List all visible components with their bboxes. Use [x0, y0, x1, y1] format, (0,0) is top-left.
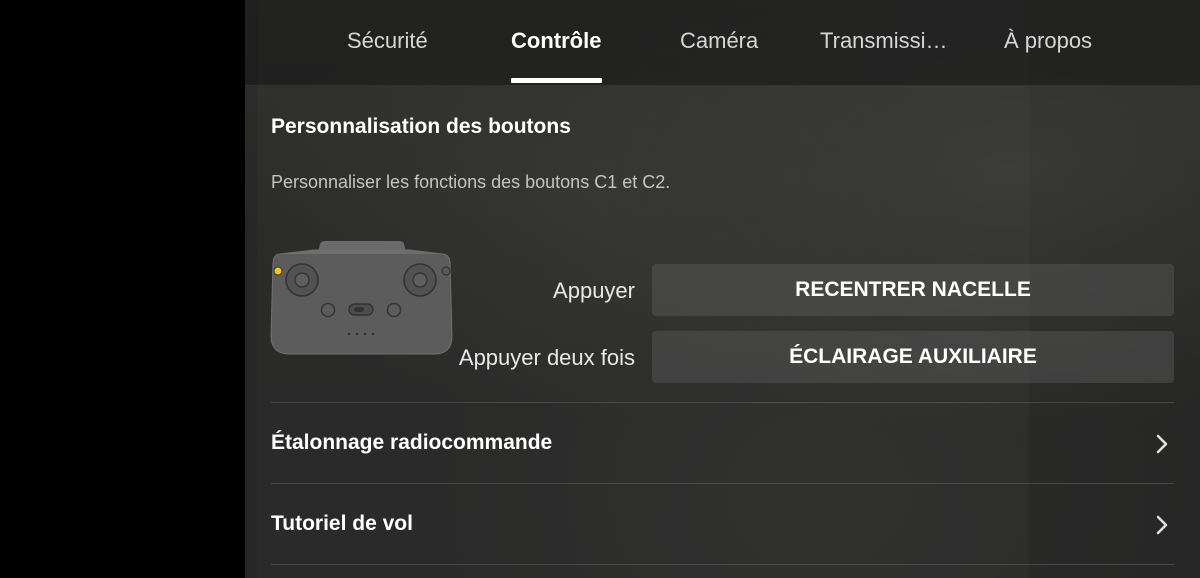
tab-a-propos[interactable]: À propos — [1004, 28, 1092, 58]
flight-tutorial-row[interactable]: Tutoriel de vol — [271, 485, 1174, 565]
tab-controle[interactable]: Contrôle — [511, 28, 601, 58]
section-title: Personnalisation des boutons — [271, 115, 571, 138]
flight-tutorial-label: Tutoriel de vol — [271, 512, 413, 535]
chevron-right-icon — [1156, 515, 1168, 535]
press-action-button[interactable]: RECENTRER NACELLE — [652, 264, 1174, 316]
double-press-label: Appuyer deux fois — [458, 345, 635, 370]
settings-panel: Sécurité Contrôle Caméra Transmissi… À p… — [245, 0, 1200, 578]
divider — [271, 483, 1174, 484]
active-tab-indicator — [511, 78, 602, 83]
rc-calibration-label: Étalonnage radiocommande — [271, 431, 553, 454]
chevron-right-icon — [1156, 434, 1168, 454]
divider — [271, 402, 1174, 403]
divider — [271, 564, 1174, 565]
left-blank-area — [0, 0, 245, 578]
tab-bar: Sécurité Contrôle Caméra Transmissi… À p… — [245, 0, 1200, 86]
double-press-action-button[interactable]: ÉCLAIRAGE AUXILIAIRE — [652, 331, 1174, 383]
rc-calibration-row[interactable]: Étalonnage radiocommande — [271, 404, 1174, 484]
remote-controller-icon — [270, 241, 453, 355]
press-label: Appuyer — [553, 278, 635, 303]
tab-securite[interactable]: Sécurité — [347, 28, 428, 58]
tab-camera[interactable]: Caméra — [680, 28, 758, 58]
section-description: Personnaliser les fonctions des boutons … — [271, 172, 671, 192]
tab-transmission[interactable]: Transmissi… — [820, 28, 948, 58]
